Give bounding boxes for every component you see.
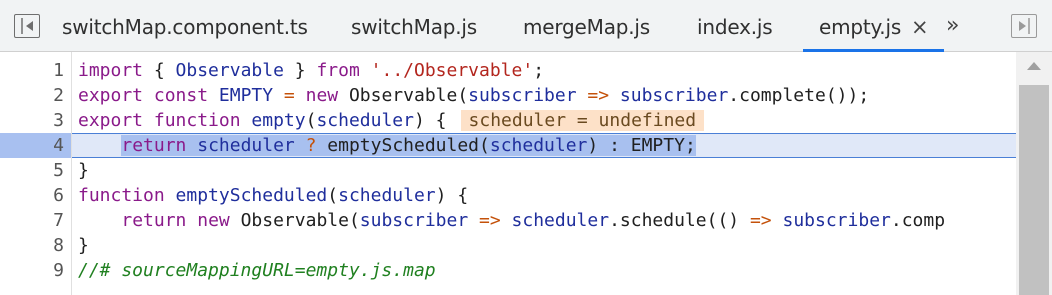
code-editor[interactable]: 1 import { Observable } from '../Observab… [0,52,1016,295]
code-line[interactable]: 2 export const EMPTY = new Observable(sub… [0,83,1016,108]
tab-label: empty.js [819,15,902,39]
code-line[interactable]: 5} [0,158,1016,183]
toggle-navigator-button[interactable] [14,14,40,38]
code-text: export const EMPTY = new Observable(subs… [78,85,870,106]
code-text: return scheduler ? emptyScheduled(schedu… [78,133,696,158]
tab-label: switchMap.js [351,15,477,39]
code-text: function emptyScheduled(scheduler) { [78,185,469,206]
tab-label: switchMap.component.ts [62,15,308,39]
code-line[interactable]: 3 export function empty(scheduler) {sched… [0,108,1016,133]
line-number[interactable]: 9 [0,258,64,283]
code-line[interactable]: 1 import { Observable } from '../Observab… [0,58,1016,83]
line-number[interactable]: 7 [0,208,64,233]
toggle-debugger-icon [1019,18,1030,34]
vertical-scrollbar[interactable] [1016,52,1052,295]
code-text: import { Observable } from '../Observabl… [78,60,545,81]
code-line[interactable]: 7 return new Observable(subscriber => sc… [0,208,1016,233]
scrollbar-thumb[interactable] [1019,85,1049,295]
selected-text: return scheduler ? emptyScheduled(schedu… [121,135,696,156]
toggle-debugger-button[interactable] [1011,14,1037,38]
tab-label: mergeMap.js [523,15,650,39]
code-text: export function empty(scheduler) {schedu… [78,108,705,133]
tab-switchmap-js[interactable]: switchMap.js [351,0,477,52]
more-tabs-icon[interactable]: » [946,0,960,52]
line-number[interactable]: 6 [0,183,64,208]
code-line[interactable]: 4 return scheduler ? emptyScheduled(sche… [0,133,1016,158]
code-text: } [78,235,89,256]
code-text: //# sourceMappingURL=empty.js.map [78,260,436,281]
tab-switchmap-component-ts[interactable]: switchMap.component.ts [62,0,308,52]
tab-label: index.js [697,15,773,39]
line-number[interactable]: 4 [0,133,64,158]
close-tab-icon[interactable]: × [911,0,929,54]
line-number[interactable]: 5 [0,158,64,183]
line-number[interactable]: 3 [0,108,64,133]
tab-mergemap-js[interactable]: mergeMap.js [523,0,650,52]
line-number[interactable]: 8 [0,233,64,258]
code-line[interactable]: 9 //# sourceMappingURL=empty.js.map [0,258,1016,283]
inline-variable-value: scheduler = undefined [460,110,705,131]
code-text: return new Observable(subscriber => sche… [121,210,946,231]
tab-index-js[interactable]: index.js [697,0,773,52]
line-number[interactable]: 2 [0,83,64,108]
line-number[interactable]: 1 [0,58,64,83]
code-line[interactable]: 8} [0,233,1016,258]
tab-empty-js[interactable]: empty.js × [803,0,945,54]
editor-tab-bar: switchMap.component.ts switchMap.js merg… [0,0,1052,52]
code-text: } [78,160,89,181]
toggle-navigator-icon [21,18,33,34]
code-line[interactable]: 6 function emptyScheduled(scheduler) { [0,183,1016,208]
scroll-up-arrow-icon[interactable] [1027,62,1041,70]
